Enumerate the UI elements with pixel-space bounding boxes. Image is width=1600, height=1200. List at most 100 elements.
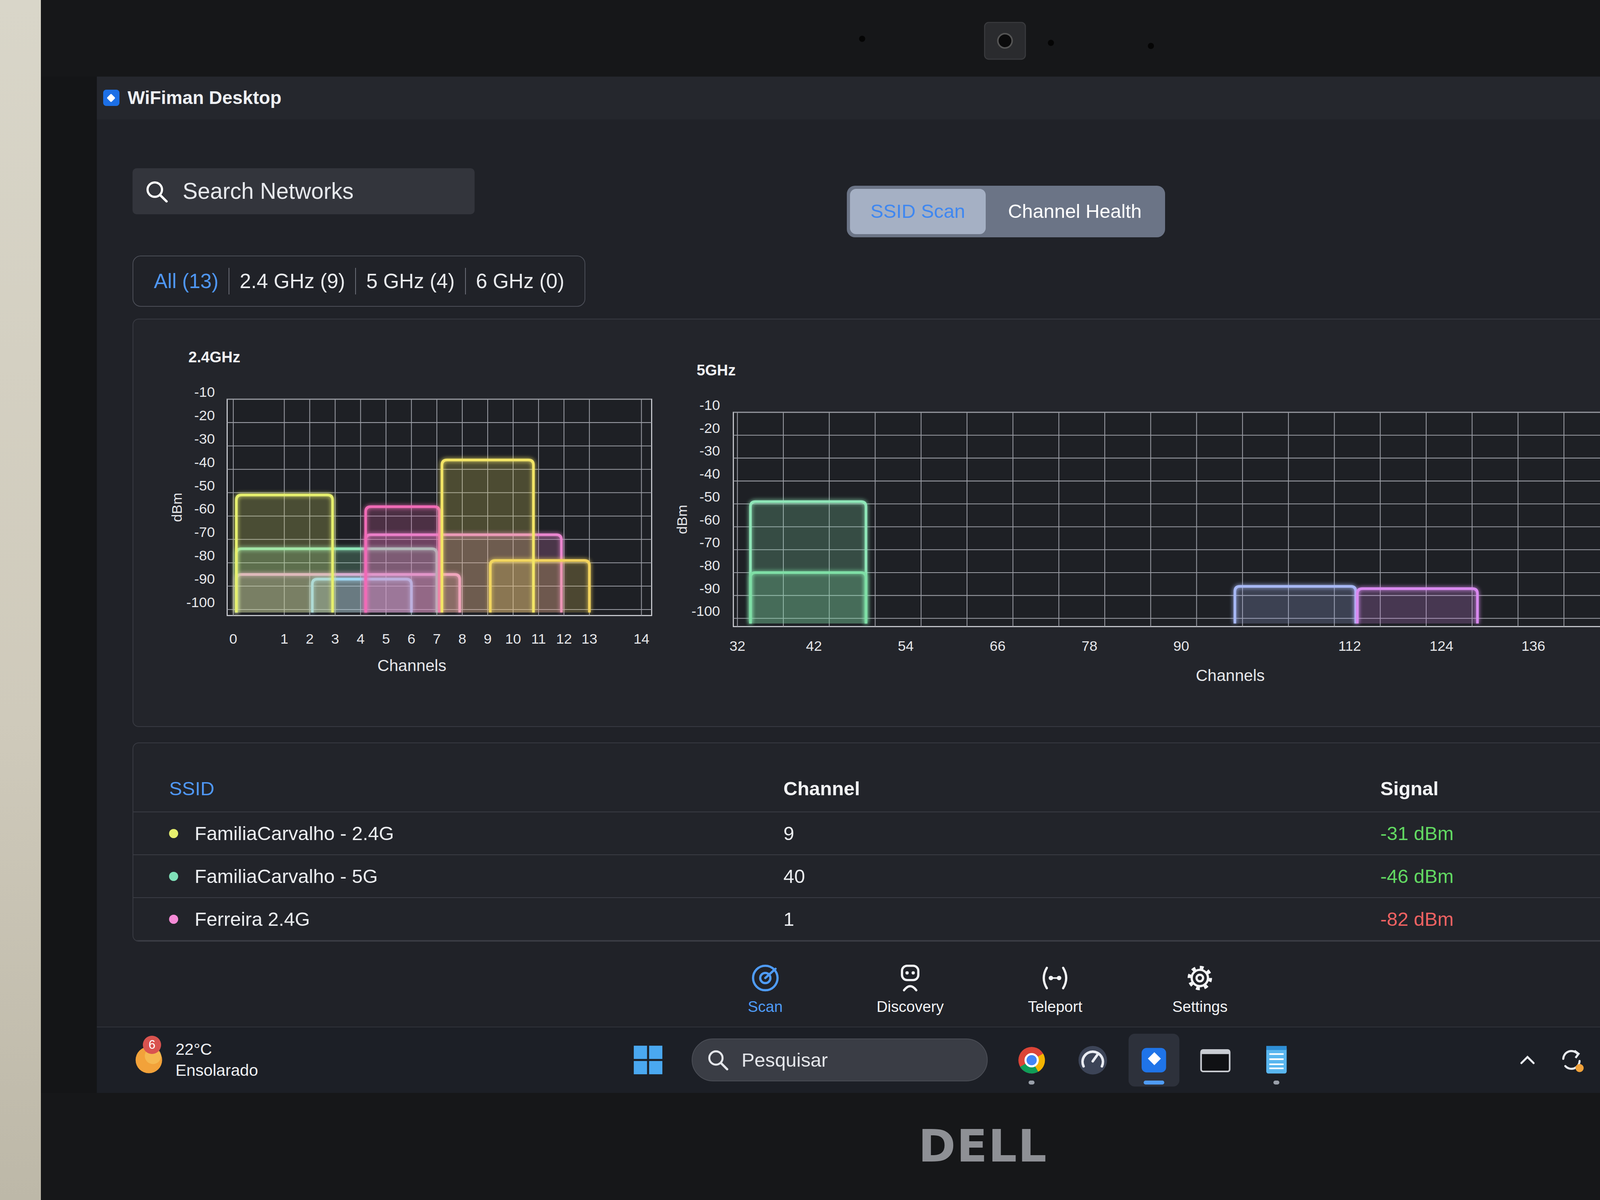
- network-curve: [750, 501, 866, 624]
- chevron-up-icon[interactable]: [1516, 1048, 1539, 1072]
- weather-condition: Ensolarado: [175, 1059, 258, 1081]
- network-curve: [442, 459, 534, 613]
- camera-shutter-icon: [984, 22, 1026, 60]
- wifiman-icon: [1136, 1042, 1172, 1078]
- app-logo-icon: [105, 92, 117, 104]
- search-field[interactable]: [132, 168, 475, 215]
- nav-item[interactable]: Scan: [709, 962, 822, 1019]
- y-tick: -10: [699, 397, 721, 414]
- band-filter-item[interactable]: 2.4 GHz (9): [228, 267, 356, 295]
- x-tick: 42: [805, 637, 822, 654]
- notepad-line-icon: [1269, 1063, 1284, 1066]
- network-curve: [1234, 586, 1356, 624]
- grid-line: [641, 399, 643, 616]
- x-tick: 124: [1429, 637, 1454, 654]
- y-tick: -80: [194, 547, 216, 564]
- nav-label: Teleport: [1027, 995, 1083, 1019]
- start-button[interactable]: [622, 1033, 674, 1087]
- grid-line: [1150, 412, 1152, 627]
- app-body: SSID ScanChannel HealthAll (13)2.4 GHz (…: [96, 119, 1600, 1027]
- chart-title: 2.4GHz: [188, 348, 241, 366]
- grid-line: [1517, 412, 1519, 627]
- band-filter-item[interactable]: 6 GHz (0): [465, 267, 575, 295]
- brand-logo: DELL: [918, 1112, 1048, 1181]
- y-tick: -100: [691, 603, 721, 620]
- curve-outline: [750, 501, 866, 624]
- robot-eye-icon: [911, 971, 915, 975]
- curve-outline: [365, 506, 440, 613]
- sync-arrow-icon: [1574, 1050, 1579, 1058]
- taskbar-app[interactable]: [1250, 1033, 1302, 1087]
- taskbar-app[interactable]: [1128, 1033, 1180, 1087]
- band-filter: All (13)2.4 GHz (9)5 GHz (4)6 GHz (0): [132, 255, 586, 307]
- view-tab[interactable]: SSID Scan: [850, 188, 986, 235]
- grid-line: [733, 480, 1600, 482]
- column-header[interactable]: Channel: [783, 774, 1381, 804]
- y-tick: -50: [194, 477, 216, 494]
- camera-lens-icon: [998, 33, 1013, 49]
- temperature: 22°C: [175, 1038, 258, 1060]
- curve-fill: [1234, 586, 1356, 624]
- channel-chart: 2.4GHz-10-20-30-40-50-60-70-80-90-100012…: [163, 342, 654, 679]
- ssid-cell: FamiliaCarvalho - 2.4G: [169, 819, 784, 849]
- search-input[interactable]: [180, 173, 463, 210]
- taskbar-app[interactable]: [1189, 1033, 1241, 1087]
- gear-hub-icon: [1196, 974, 1204, 981]
- y-tick: -90: [194, 570, 216, 587]
- view-switch: SSID ScanChannel Health: [846, 185, 1166, 238]
- grid-line: [733, 434, 1600, 436]
- taskbar: 622°CEnsolarado Pesquisar: [96, 1026, 1600, 1093]
- terminal-icon: [1198, 1042, 1233, 1078]
- x-tick: 13: [581, 630, 598, 647]
- sensor-icon: [1048, 39, 1054, 46]
- column-header[interactable]: SSID: [169, 774, 784, 804]
- logo-tile-icon: [633, 1045, 647, 1059]
- grid-line: [227, 469, 652, 470]
- ssid-name: FamiliaCarvalho - 5G: [194, 861, 378, 891]
- notepad-page-icon: [1266, 1046, 1287, 1074]
- taskbar-search[interactable]: Pesquisar: [691, 1038, 988, 1082]
- band-filter-item[interactable]: All (13): [143, 267, 229, 295]
- x-tick: 3: [331, 630, 340, 647]
- table-row[interactable]: FamiliaCarvalho - 2.4G9-31 dBm: [133, 812, 1600, 856]
- curve-outline: [750, 572, 866, 624]
- curve-fill: [1357, 588, 1478, 624]
- column-header[interactable]: Signal: [1380, 774, 1600, 804]
- taskbar-app[interactable]: [1005, 1033, 1058, 1087]
- gauge-face-icon: [1078, 1045, 1108, 1075]
- x-tick: 6: [407, 630, 416, 647]
- table-row[interactable]: FamiliaCarvalho - 5G40-46 dBm: [133, 855, 1600, 899]
- x-tick: 112: [1338, 637, 1362, 654]
- notepad-icon: [1259, 1042, 1294, 1078]
- nav-item[interactable]: Discovery: [853, 962, 967, 1019]
- y-tick: -20: [699, 419, 721, 437]
- ssid-name: Ferreira 2.4G: [194, 904, 310, 934]
- sync-icon[interactable]: [1557, 1045, 1586, 1075]
- terminal-window-icon: [1200, 1050, 1230, 1072]
- curve-fill: [750, 572, 866, 624]
- terminal-bar-icon: [1200, 1050, 1230, 1054]
- nav-item[interactable]: Teleport: [998, 962, 1112, 1019]
- grid-line: [920, 412, 922, 627]
- grid-line: [875, 412, 876, 627]
- ssid-dot: [169, 828, 179, 839]
- table-row[interactable]: Ferreira 2.4G1-82 dBm: [133, 898, 1600, 941]
- weather-widget[interactable]: 622°CEnsolarado: [132, 1038, 623, 1082]
- band-filter-item[interactable]: 5 GHz (4): [355, 267, 465, 295]
- logo-tile-icon: [648, 1045, 662, 1059]
- grid-line: [1196, 412, 1198, 627]
- grid-line: [1104, 412, 1106, 627]
- taskbar-app[interactable]: [1067, 1033, 1119, 1087]
- toolbar: SSID ScanChannel Health: [132, 168, 1600, 238]
- nav-item[interactable]: Settings: [1143, 962, 1256, 1019]
- grid-line: [232, 399, 234, 616]
- ssid-name: FamiliaCarvalho - 2.4G: [194, 819, 395, 849]
- left-bezel: [40, 76, 97, 1093]
- network-curve: [750, 572, 866, 624]
- view-tab[interactable]: Channel Health: [987, 188, 1163, 235]
- x-tick: 4: [356, 630, 365, 647]
- x-axis-label: Channels: [377, 656, 447, 675]
- y-tick: -100: [186, 594, 216, 611]
- notepad-line-icon: [1269, 1058, 1284, 1060]
- grid-line: [966, 412, 968, 627]
